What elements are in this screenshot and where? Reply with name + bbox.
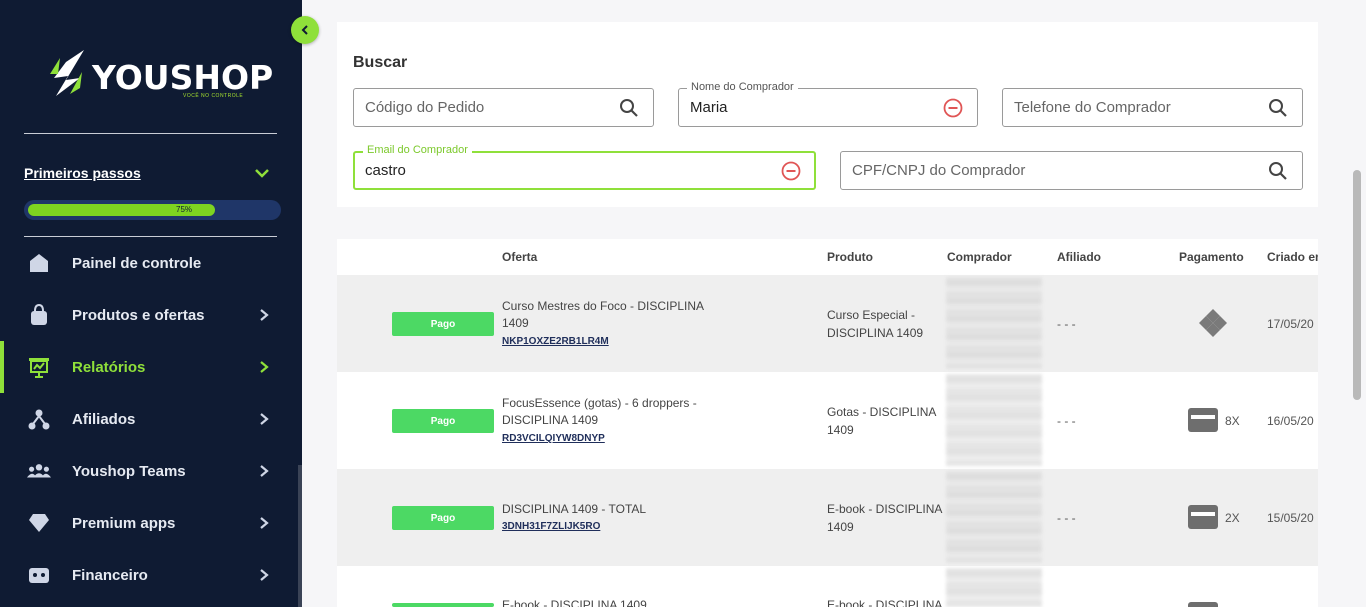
search-title: Buscar [353, 54, 408, 71]
offer-code-link[interactable]: NKP1OXZE2RB1LR4M [502, 336, 609, 347]
sidebar-scrollbar[interactable] [298, 465, 302, 607]
created-date: 15/05/20 [1267, 511, 1314, 525]
buyer-info-blurred [946, 568, 1042, 607]
chevron-right-icon [260, 517, 269, 529]
buyer-name-field[interactable]: Nome do Comprador Maria [678, 81, 978, 127]
buyer-phone-placeholder: Telefone do Comprador [1014, 99, 1171, 116]
sidebar-item-label: Youshop Teams [72, 462, 186, 480]
sidebar: YOUSHOP VOCÊ NO CONTROLE Primeiros passo… [0, 0, 302, 607]
chevron-down-icon[interactable] [254, 166, 270, 180]
order-code-placeholder: Código do Pedido [365, 99, 485, 116]
column-header-offer[interactable]: Oferta [502, 250, 537, 264]
wallet-icon [27, 563, 51, 587]
created-date: 17/05/20 [1267, 317, 1314, 331]
sidebar-item-teams[interactable]: Youshop Teams [0, 445, 302, 497]
collapse-sidebar-button[interactable] [291, 16, 319, 44]
chevron-right-icon [260, 569, 269, 581]
sidebar-item-financeiro[interactable]: Financeiro [0, 549, 302, 601]
credit-card-icon [1188, 505, 1218, 529]
bag-icon [27, 303, 51, 327]
brand-tagline: VOCÊ NO CONTROLE [183, 93, 244, 99]
sidebar-item-label: Relatórios [72, 358, 146, 376]
buyer-email-field[interactable]: Email do Comprador castro [353, 144, 816, 190]
sidebar-item-premium[interactable]: Premium apps [0, 497, 302, 549]
offer-name: DISCIPLINA 1409 - TOTAL [502, 502, 647, 516]
buyer-doc-field[interactable]: CPF/CNPJ do Comprador [840, 151, 1303, 190]
sidebar-item-painel[interactable]: Painel de controle [0, 237, 302, 289]
status-badge: Pago [392, 409, 494, 433]
column-header-buyer[interactable]: Comprador [947, 250, 1012, 264]
order-code-field[interactable]: Código do Pedido [353, 88, 654, 127]
buyer-info-blurred [946, 277, 1042, 369]
onboarding-title[interactable]: Primeiros passos [24, 165, 141, 181]
buyer-name-label: Nome do Comprador [687, 81, 798, 93]
chevron-left-icon [301, 25, 308, 35]
sidebar-item-label: Premium apps [72, 514, 176, 532]
sidebar-item-relatorios[interactable]: Relatórios [0, 341, 302, 393]
column-header-created[interactable]: Criado em [1267, 250, 1326, 264]
brand-name: YOUSHOP [92, 58, 274, 97]
status-badge: Pago [392, 506, 494, 530]
status-badge [392, 603, 494, 607]
sidebar-divider [24, 133, 277, 134]
home-icon [27, 251, 51, 275]
affiliate-value: - - - [1057, 414, 1076, 428]
pix-icon [1199, 309, 1227, 337]
buyer-info-blurred [946, 471, 1042, 563]
report-icon [27, 355, 51, 379]
product-name: E-book - DISCIPLINA 1409 [827, 502, 942, 534]
column-header-payment[interactable]: Pagamento [1179, 250, 1244, 264]
affiliates-icon [27, 407, 51, 431]
buyer-name-value: Maria [690, 99, 728, 116]
product-name: Gotas - DISCIPLINA 1409 [827, 405, 936, 437]
chevron-right-icon [260, 413, 269, 425]
buyer-email-label: Email do Comprador [363, 144, 472, 156]
diamond-icon [27, 511, 51, 535]
affiliate-value: - - - [1057, 317, 1076, 331]
chevron-right-icon [260, 465, 269, 477]
credit-card-icon [1188, 602, 1218, 607]
offer-code-link[interactable]: RD3VCILQIYW8DNYP [502, 433, 605, 444]
sidebar-item-afiliados[interactable]: Afiliados [0, 393, 302, 445]
chevron-right-icon [260, 361, 269, 373]
sidebar-item-label: Afiliados [72, 410, 136, 428]
sidebar-item-label: Painel de controle [72, 254, 202, 272]
sidebar-item-label: Financeiro [72, 566, 148, 584]
search-icon[interactable] [619, 98, 639, 118]
credit-card-icon [1188, 408, 1218, 432]
buyer-doc-placeholder: CPF/CNPJ do Comprador [852, 162, 1026, 179]
onboarding-progress-label: 75% [176, 205, 193, 214]
product-name: Curso Especial - DISCIPLINA 1409 [827, 308, 924, 340]
column-header-product[interactable]: Produto [827, 250, 873, 264]
buyer-phone-field[interactable]: Telefone do Comprador [1002, 88, 1303, 127]
search-icon[interactable] [1268, 161, 1288, 181]
column-header-affiliate[interactable]: Afiliado [1057, 250, 1101, 264]
status-badge: Pago [392, 312, 494, 336]
installments: 2X [1225, 511, 1240, 525]
sidebar-item-produtos[interactable]: Produtos e ofertas [0, 289, 302, 341]
sidebar-item-label: Produtos e ofertas [72, 306, 205, 324]
affiliate-value: - - - [1057, 511, 1076, 525]
page-scrollbar[interactable] [1353, 170, 1361, 400]
search-icon[interactable] [1268, 98, 1288, 118]
buyer-email-value: castro [365, 162, 406, 179]
product-name: E-book - DISCIPLINA [827, 598, 943, 607]
clear-icon[interactable] [781, 161, 801, 181]
team-icon [27, 459, 51, 483]
offer-name: Curso Mestres do Foco - DISCIPLINA 1409 [502, 299, 704, 330]
chevron-right-icon [260, 309, 269, 321]
offer-name: FocusEssence (gotas) - 6 droppers - DISC… [502, 396, 697, 427]
buyer-info-blurred [946, 374, 1042, 466]
created-date: 16/05/20 [1267, 414, 1314, 428]
installments: 8X [1225, 414, 1240, 428]
clear-icon[interactable] [943, 98, 963, 118]
offer-code-link[interactable]: 3DNH31F7ZLIJK5RO [502, 521, 600, 532]
offer-name: E-book - DISCIPLINA 1409 [502, 598, 647, 607]
